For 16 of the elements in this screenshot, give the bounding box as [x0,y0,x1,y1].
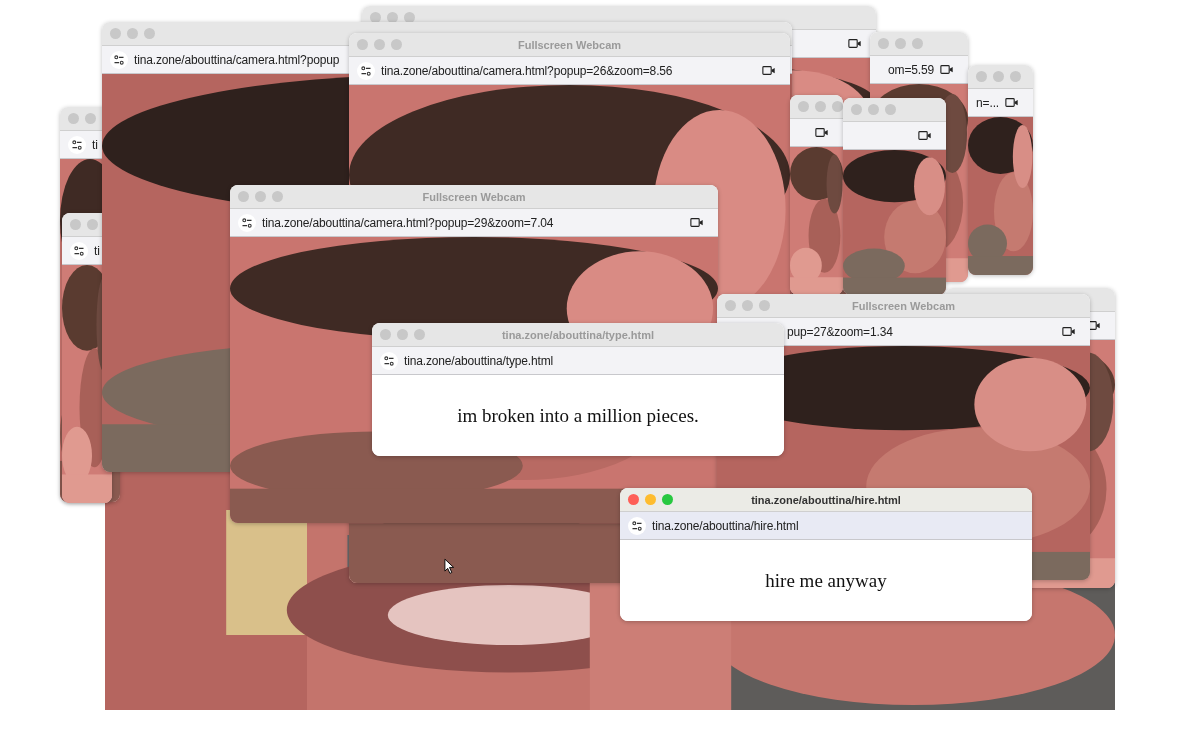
video-camera-icon[interactable] [815,127,829,138]
address-bar-url[interactable]: n=... [976,95,999,110]
settings-icon[interactable] [68,135,86,154]
address-bar-url[interactable]: tina.zone/abouttina/camera.html?popup [134,52,340,67]
video-camera-icon[interactable] [1005,97,1019,108]
window-title: Fullscreen Webcam [517,38,622,51]
video-camera-icon[interactable] [848,38,862,49]
address-bar-url[interactable]: tina.zone/abouttina/camera.html?popup=26&zoom=8.56 [381,63,673,78]
video-camera-icon[interactable] [940,64,954,75]
address-bar-url[interactable]: ti [92,137,98,152]
video-camera-icon[interactable] [1062,326,1076,337]
address-bar-url[interactable]: om=5.59 [888,62,934,77]
address-bar-url[interactable]: pup=27&zoom=1.34 [787,324,893,339]
settings-icon[interactable] [110,50,128,69]
window-title: Fullscreen Webcam [851,299,956,312]
video-camera-icon[interactable] [762,65,776,76]
